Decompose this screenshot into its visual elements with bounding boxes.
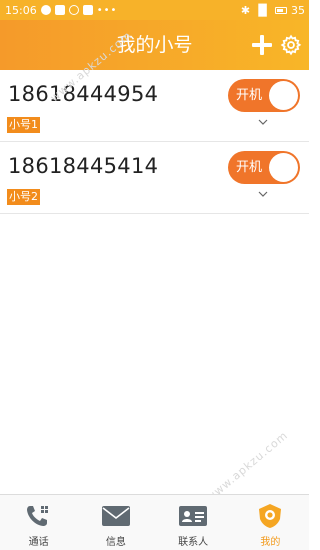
chevron-down-icon[interactable] [258,118,268,126]
nav-label: 信息 [105,537,126,548]
toggle-label: 开机 [236,88,263,103]
nav-label: 通话 [28,537,49,548]
nav-label: 我的 [260,537,281,548]
phone-icon [26,506,48,526]
clock: 15:06 [5,3,37,17]
more-notifications-icon: ••• [96,4,118,16]
phone-number: 18618444954 [8,82,159,106]
contact-card-icon [179,506,208,526]
nav-item-calls[interactable]: 通话 [0,495,77,550]
nav-item-messages[interactable]: 信息 [77,495,154,550]
chat-notification-icon [40,5,51,15]
nav-item-mine[interactable]: 我的 [232,495,309,550]
mail-notification-icon [54,5,65,15]
blocked-notification-icon [68,5,79,15]
watermark: www.apkzu.com [203,428,291,505]
status-bar: 15:06 ••• ✱ ▐▌ 35 [0,0,309,20]
toggle-knob [269,153,298,182]
battery-level: 35 [291,3,305,17]
number-list: 18618444954 小号1 开机 18618445414 小号2 开机 [0,70,309,214]
gear-icon[interactable] [280,34,302,56]
profile-badge-icon [259,504,282,528]
toggle-knob [269,81,298,110]
upload-notification-icon [82,5,93,15]
number-row[interactable]: 18618445414 小号2 开机 [0,142,309,214]
phone-number: 18618445414 [8,154,159,178]
chevron-down-icon[interactable] [258,190,268,198]
nav-label: 联系人 [178,537,209,548]
app-header: 我的小号 [0,20,309,70]
message-icon [101,506,130,526]
bottom-nav: 通话 信息 联系人 我的 [0,494,309,550]
number-tag: 小号2 [7,189,40,205]
bluetooth-icon: ✱ [240,3,251,17]
signal-icon: ▐▌ [254,3,271,17]
power-toggle[interactable]: 开机 [228,79,300,112]
nav-item-contacts[interactable]: 联系人 [155,495,232,550]
number-row[interactable]: 18618444954 小号1 开机 [0,70,309,142]
power-toggle[interactable]: 开机 [228,151,300,184]
battery-icon [275,6,287,14]
toggle-label: 开机 [236,160,263,175]
number-tag: 小号1 [7,117,40,133]
add-number-button[interactable] [252,35,272,55]
